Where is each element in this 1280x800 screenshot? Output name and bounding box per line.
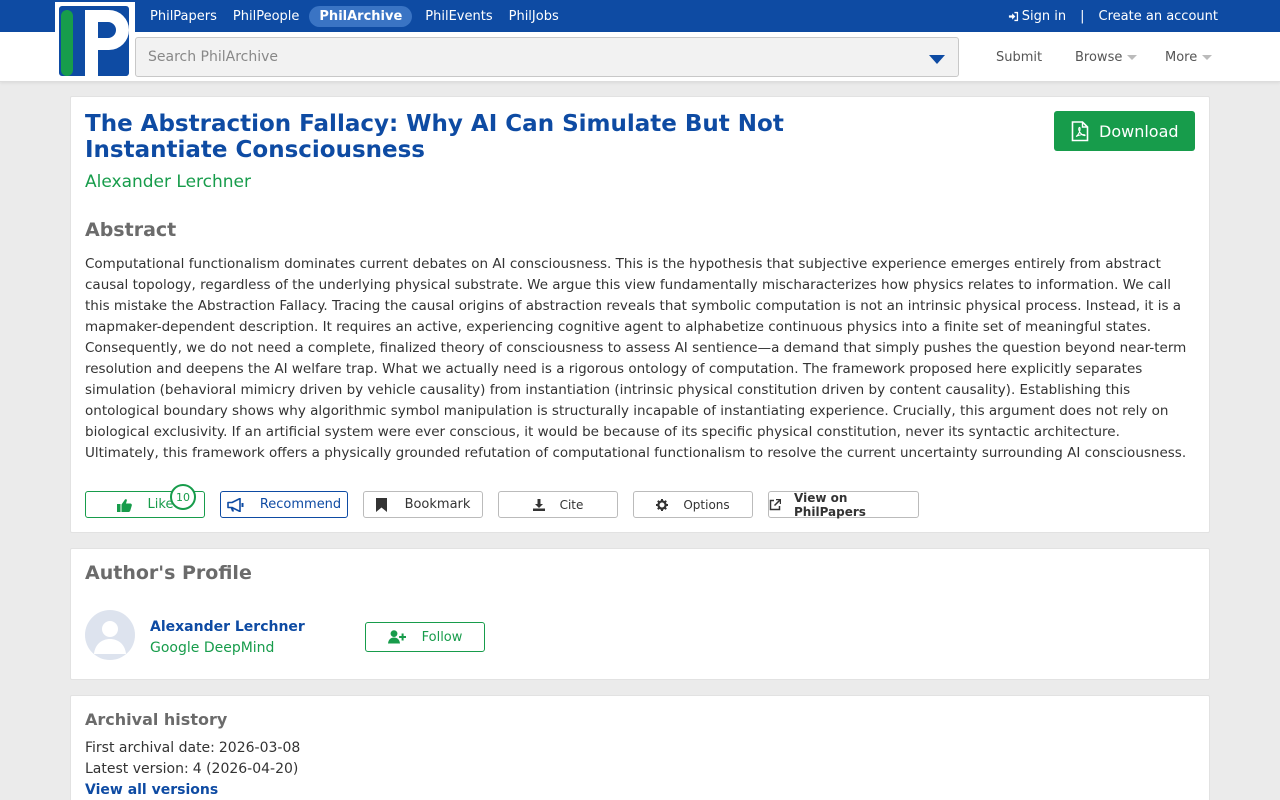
- profile-name-link[interactable]: Alexander Lerchner: [150, 619, 305, 635]
- site-switcher: PhilPapers PhilPeople PhilArchive PhilEv…: [150, 0, 575, 32]
- latest-version-value: 4 (2026-04-20): [192, 761, 299, 777]
- profile-heading: Author's Profile: [85, 562, 252, 584]
- download-icon: [532, 498, 553, 511]
- pdf-icon: [1071, 120, 1089, 142]
- search-toolbar: Submit Browse More: [0, 32, 1280, 82]
- cite-label: Cite: [559, 497, 584, 512]
- nav-philpeople[interactable]: PhilPeople: [233, 9, 300, 24]
- profile-affiliation: Google DeepMind: [150, 640, 275, 656]
- abstract-heading: Abstract: [85, 219, 177, 241]
- account-separator: |: [1080, 8, 1085, 24]
- view-on-philpapers-label: View on PhilPapers: [794, 490, 866, 519]
- bookmark-icon: [375, 497, 395, 512]
- recommend-label: Recommend: [259, 497, 342, 512]
- view-all-versions-link[interactable]: View all versions: [85, 782, 218, 798]
- archival-history-heading: Archival history: [85, 710, 228, 729]
- nav-philarchive[interactable]: PhilArchive: [309, 5, 413, 27]
- latest-version-label: Latest version:: [85, 761, 189, 777]
- bookmark-button[interactable]: Bookmark: [363, 491, 483, 518]
- options-button[interactable]: Options: [633, 491, 753, 518]
- author-profile-panel: Author's Profile Alexander Lerchner Goog…: [70, 548, 1210, 680]
- bookmark-label: Bookmark: [404, 497, 471, 512]
- view-on-philpapers-button[interactable]: View on PhilPapers: [768, 490, 919, 519]
- latest-version: Latest version: 4 (2026-04-20): [85, 761, 298, 777]
- submit-label: Submit: [996, 49, 1043, 65]
- follow-button[interactable]: Follow: [365, 622, 485, 652]
- submit-menu[interactable]: Submit: [996, 32, 1042, 82]
- options-label: Options: [683, 497, 730, 512]
- follow-label: Follow: [421, 629, 463, 645]
- nav-philevents[interactable]: PhilEvents: [425, 9, 492, 24]
- like-button[interactable]: Like 10: [85, 484, 205, 518]
- gear-icon: [656, 498, 676, 511]
- recommend-button[interactable]: Recommend: [220, 491, 348, 518]
- create-account-link[interactable]: Create an account: [1099, 9, 1218, 24]
- logo-mark: [59, 6, 129, 76]
- first-archival-date: First archival date: 2026-03-08: [85, 740, 300, 756]
- browse-menu[interactable]: Browse: [1075, 32, 1138, 82]
- dropdown-caret-icon: [1202, 54, 1213, 60]
- download-label: Download: [1099, 121, 1179, 141]
- thumbs-up-icon: [116, 498, 140, 512]
- download-button[interactable]: Download: [1054, 111, 1195, 151]
- dropdown-caret-icon: [1127, 54, 1138, 60]
- paper-title: The Abstraction Fallacy: Why AI Can Simu…: [85, 111, 784, 163]
- external-link-icon: [769, 498, 789, 511]
- paper-panel: The Abstraction Fallacy: Why AI Can Simu…: [70, 96, 1210, 533]
- sign-in-icon: [1008, 11, 1019, 22]
- like-count-badge: 10: [170, 484, 196, 510]
- browse-label: Browse: [1075, 49, 1123, 65]
- search-input[interactable]: [148, 38, 908, 76]
- archival-history-panel: Archival history First archival date: 202…: [70, 695, 1210, 800]
- first-archival-label: First archival date:: [85, 740, 215, 756]
- search-options-caret-icon[interactable]: [929, 55, 945, 64]
- nav-philpapers[interactable]: PhilPapers: [150, 9, 217, 24]
- nav-philjobs[interactable]: PhilJobs: [509, 9, 559, 24]
- more-menu[interactable]: More: [1165, 32, 1213, 82]
- more-label: More: [1165, 49, 1198, 65]
- top-nav-bar: PhilPapers PhilPeople PhilArchive PhilEv…: [0, 0, 1280, 32]
- user-plus-icon: [387, 630, 422, 644]
- search-box: [135, 37, 959, 77]
- first-archival-value: 2026-03-08: [218, 740, 301, 756]
- abstract-text: Computational functionalism dominates cu…: [85, 256, 1187, 461]
- paper-author[interactable]: Alexander Lerchner: [85, 172, 251, 192]
- philarchive-logo[interactable]: [55, 2, 135, 78]
- cite-button[interactable]: Cite: [498, 491, 618, 518]
- megaphone-icon: [227, 497, 252, 512]
- account-links: Sign in | Create an account: [1008, 0, 1218, 32]
- avatar[interactable]: [85, 610, 135, 660]
- sign-in-link[interactable]: Sign in: [1022, 9, 1066, 24]
